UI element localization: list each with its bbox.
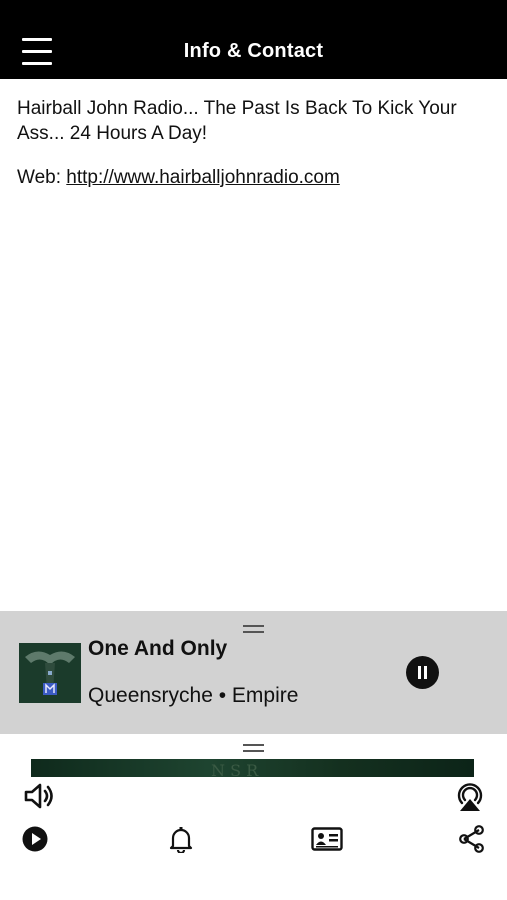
play-icon[interactable] xyxy=(22,826,48,852)
contact-card-icon[interactable] xyxy=(311,827,343,851)
pause-icon[interactable] xyxy=(406,656,439,689)
album-art xyxy=(19,643,81,703)
page-title: Info & Contact xyxy=(183,40,324,62)
banner-image: N S R xyxy=(31,759,474,777)
info-content: Hairball John Radio... The Past Is Back … xyxy=(17,96,487,190)
track-title: One And Only xyxy=(88,637,228,660)
volume-icon[interactable] xyxy=(23,782,55,810)
now-playing-panel[interactable]: One And Only Queensryche • Empire xyxy=(0,611,507,734)
station-description: Hairball John Radio... The Past Is Back … xyxy=(17,98,457,144)
share-icon[interactable] xyxy=(459,825,485,853)
svg-text:N S R: N S R xyxy=(211,761,259,777)
bell-icon[interactable] xyxy=(169,826,193,853)
website-label: Web: xyxy=(17,167,62,188)
top-bar: Info & Contact xyxy=(0,0,507,79)
drag-handle-icon[interactable] xyxy=(243,625,264,633)
website-link[interactable]: http://www.hairballjohnradio.com xyxy=(66,167,340,188)
track-artist-album: Queensryche • Empire xyxy=(88,684,299,707)
airplay-icon[interactable] xyxy=(454,780,486,812)
drag-handle-icon[interactable] xyxy=(243,744,264,752)
website-line: Web: http://www.hairballjohnradio.com xyxy=(17,165,487,190)
app-root: Info & Contact Hairball John Radio... Th… xyxy=(0,0,507,900)
